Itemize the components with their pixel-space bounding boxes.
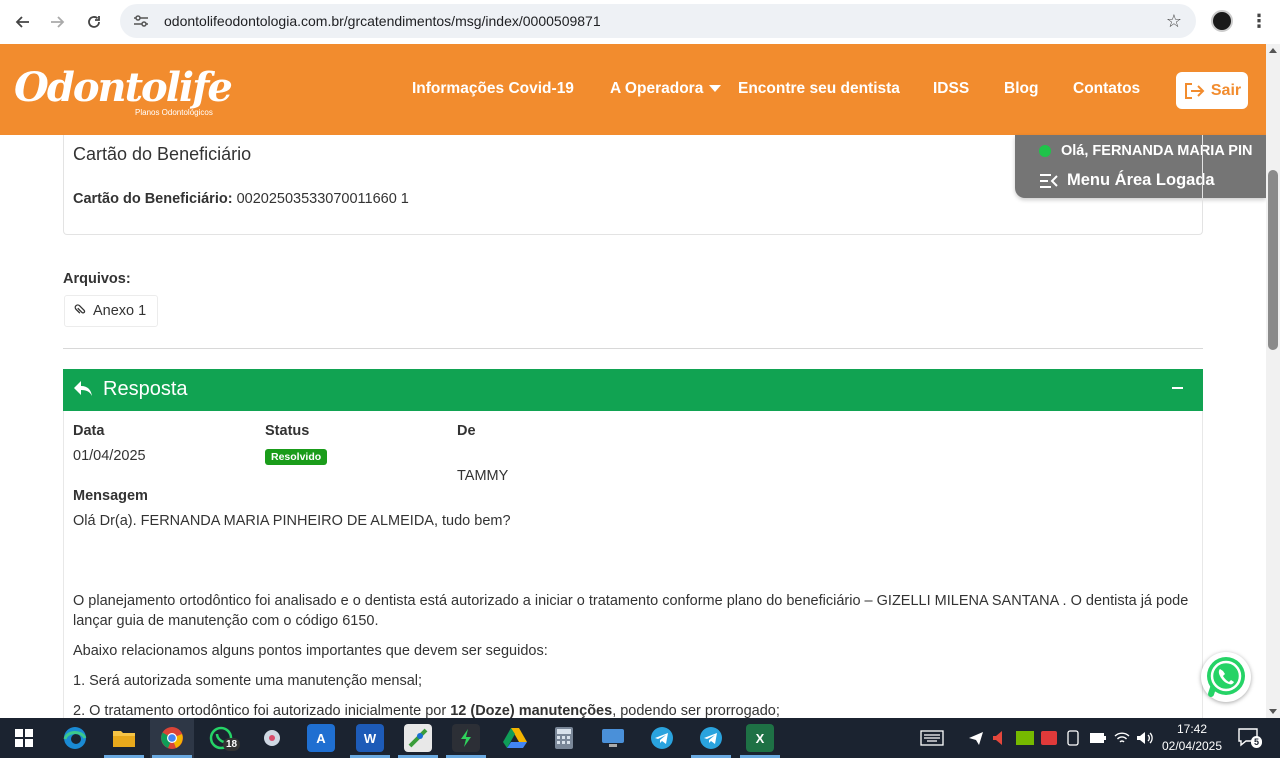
google-drive-icon[interactable] xyxy=(501,724,529,752)
windows-taskbar: 18 A W X 17:42 02/04/2025 5 xyxy=(0,718,1280,758)
forward-icon[interactable] xyxy=(40,4,76,40)
nav-covid[interactable]: Informações Covid-19 xyxy=(412,80,574,98)
paperclip-icon xyxy=(71,300,94,323)
message-paragraph-2: Abaixo relacionamos alguns pontos import… xyxy=(73,643,548,659)
browser-menu-icon[interactable]: ⋮ xyxy=(1250,8,1268,34)
message-paragraph-1: O planejamento ortodôntico foi analisado… xyxy=(73,593,1189,629)
send-tray-icon[interactable] xyxy=(968,718,984,758)
message-greeting: Olá Dr(a). FERNANDA MARIA PINHEIRO DE AL… xyxy=(73,513,511,529)
maps-app-icon[interactable] xyxy=(404,724,432,752)
back-icon[interactable] xyxy=(4,4,40,40)
de-value: TAMMY xyxy=(457,468,509,484)
red-app-tray-icon[interactable] xyxy=(1041,718,1057,758)
browser-toolbar: odontolifeodontologia.com.br/grcatendime… xyxy=(0,0,1280,44)
resposta-header[interactable]: Resposta xyxy=(63,369,1203,411)
edge-icon[interactable] xyxy=(61,724,89,752)
beneficiario-label: Cartão do Beneficiário: xyxy=(73,191,233,207)
excel-icon[interactable]: X xyxy=(746,724,774,752)
file-explorer-icon[interactable] xyxy=(110,724,138,752)
nvidia-icon[interactable] xyxy=(1016,718,1034,758)
notification-count: 5 xyxy=(1251,736,1263,748)
whatsapp-icon xyxy=(1207,657,1245,697)
nav-operadora[interactable]: A Operadora xyxy=(610,80,722,98)
item-2-post: , podendo ser prorrogado; xyxy=(612,703,780,719)
resposta-body: Data 01/04/2025 Status Resolvido De TAMM… xyxy=(63,411,1203,721)
scroll-down-icon[interactable] xyxy=(1269,709,1277,714)
clock-time: 17:42 xyxy=(1176,722,1208,736)
status-label: Status xyxy=(265,423,310,439)
telegram-second-icon[interactable] xyxy=(697,724,725,752)
de-label: De xyxy=(457,423,476,439)
chrome-icon[interactable] xyxy=(158,724,186,752)
volume-icon[interactable] xyxy=(1136,718,1154,758)
address-bar[interactable]: odontolifeodontologia.com.br/grcatendime… xyxy=(120,4,1196,38)
attachment-label: Anexo 1 xyxy=(93,303,147,319)
beneficiario-card: Cartão do Beneficiário Cartão do Benefic… xyxy=(63,135,1203,235)
remote-desktop-icon[interactable] xyxy=(599,724,627,752)
caret-down-icon xyxy=(709,85,722,93)
collapse-minus-icon[interactable] xyxy=(1172,387,1183,389)
nav-idss[interactable]: IDSS xyxy=(933,80,969,98)
site-header: Odontolife Planos Odontológicos Informaç… xyxy=(0,44,1266,135)
section-divider xyxy=(63,348,1203,349)
attachment-link[interactable]: Anexo 1 xyxy=(64,295,158,327)
whatsapp-chat-button[interactable] xyxy=(1201,652,1251,702)
reload-icon[interactable] xyxy=(76,4,112,40)
beneficiario-number: 00202503533070011660 1 xyxy=(236,191,409,207)
data-label: Data xyxy=(73,423,105,439)
translator-icon[interactable]: A xyxy=(307,724,335,752)
item-2-bold: 12 (Doze) manutenções xyxy=(450,703,613,719)
windows-start-icon[interactable] xyxy=(10,724,38,752)
telegram-icon[interactable] xyxy=(648,724,676,752)
whatsapp-taskbar-icon[interactable]: 18 xyxy=(207,724,241,752)
word-icon[interactable]: W xyxy=(356,724,384,752)
sair-button[interactable]: Sair xyxy=(1176,72,1248,109)
speaker-red-icon[interactable] xyxy=(992,718,1004,758)
nav-contatos[interactable]: Contatos xyxy=(1073,80,1140,98)
bolt-app-icon[interactable] xyxy=(452,724,480,752)
profile-avatar[interactable] xyxy=(1211,10,1233,32)
clock-date: 02/04/2025 xyxy=(1161,739,1223,753)
wifi-icon[interactable] xyxy=(1114,718,1130,758)
arquivos-label: Arquivos: xyxy=(63,271,131,287)
scroll-up-icon[interactable] xyxy=(1269,48,1277,53)
keyboard-icon[interactable] xyxy=(920,718,944,758)
status-badge: Resolvido xyxy=(265,449,328,465)
sniping-tool-icon[interactable] xyxy=(258,724,286,752)
beneficiario-title: Cartão do Beneficiário xyxy=(73,144,252,164)
logo-tagline: Planos Odontológicos xyxy=(135,108,213,117)
odontolife-logo[interactable]: Odontolife Planos Odontológicos xyxy=(14,64,233,118)
beneficiario-line: Cartão do Beneficiário: 0020250353307001… xyxy=(73,191,409,207)
whatsapp-unread-badge: 18 xyxy=(223,738,241,751)
resposta-title: Resposta xyxy=(103,378,188,400)
site-info-icon[interactable] xyxy=(132,12,150,30)
logout-icon xyxy=(1184,82,1205,99)
url-text: odontolifeodontologia.com.br/grcatendime… xyxy=(164,13,601,29)
system-clock[interactable]: 17:42 02/04/2025 xyxy=(1158,721,1226,755)
logo-wordmark: Odontolife xyxy=(14,64,233,111)
nav-operadora-label: A Operadora xyxy=(610,80,704,97)
battery-icon[interactable] xyxy=(1089,718,1107,758)
item-2-pre: 2. O tratamento ortodôntico foi autoriza… xyxy=(73,703,451,719)
device-tray-icon[interactable] xyxy=(1066,718,1080,758)
nav-blog[interactable]: Blog xyxy=(1004,80,1038,98)
calculator-icon[interactable] xyxy=(550,724,578,752)
sair-label: Sair xyxy=(1210,81,1242,99)
scroll-thumb[interactable] xyxy=(1268,170,1278,350)
mensagem-label: Mensagem xyxy=(73,488,148,504)
bookmark-star-icon[interactable]: ☆ xyxy=(1166,11,1182,32)
nav-encontre-dentista[interactable]: Encontre seu dentista xyxy=(738,80,900,98)
message-item-1: 1. Será autorizada somente uma manutençã… xyxy=(73,673,423,689)
reply-icon xyxy=(74,381,92,396)
page-scrollbar[interactable] xyxy=(1266,44,1280,718)
data-value: 01/04/2025 xyxy=(73,448,146,464)
notification-center-icon[interactable]: 5 xyxy=(1238,728,1263,748)
